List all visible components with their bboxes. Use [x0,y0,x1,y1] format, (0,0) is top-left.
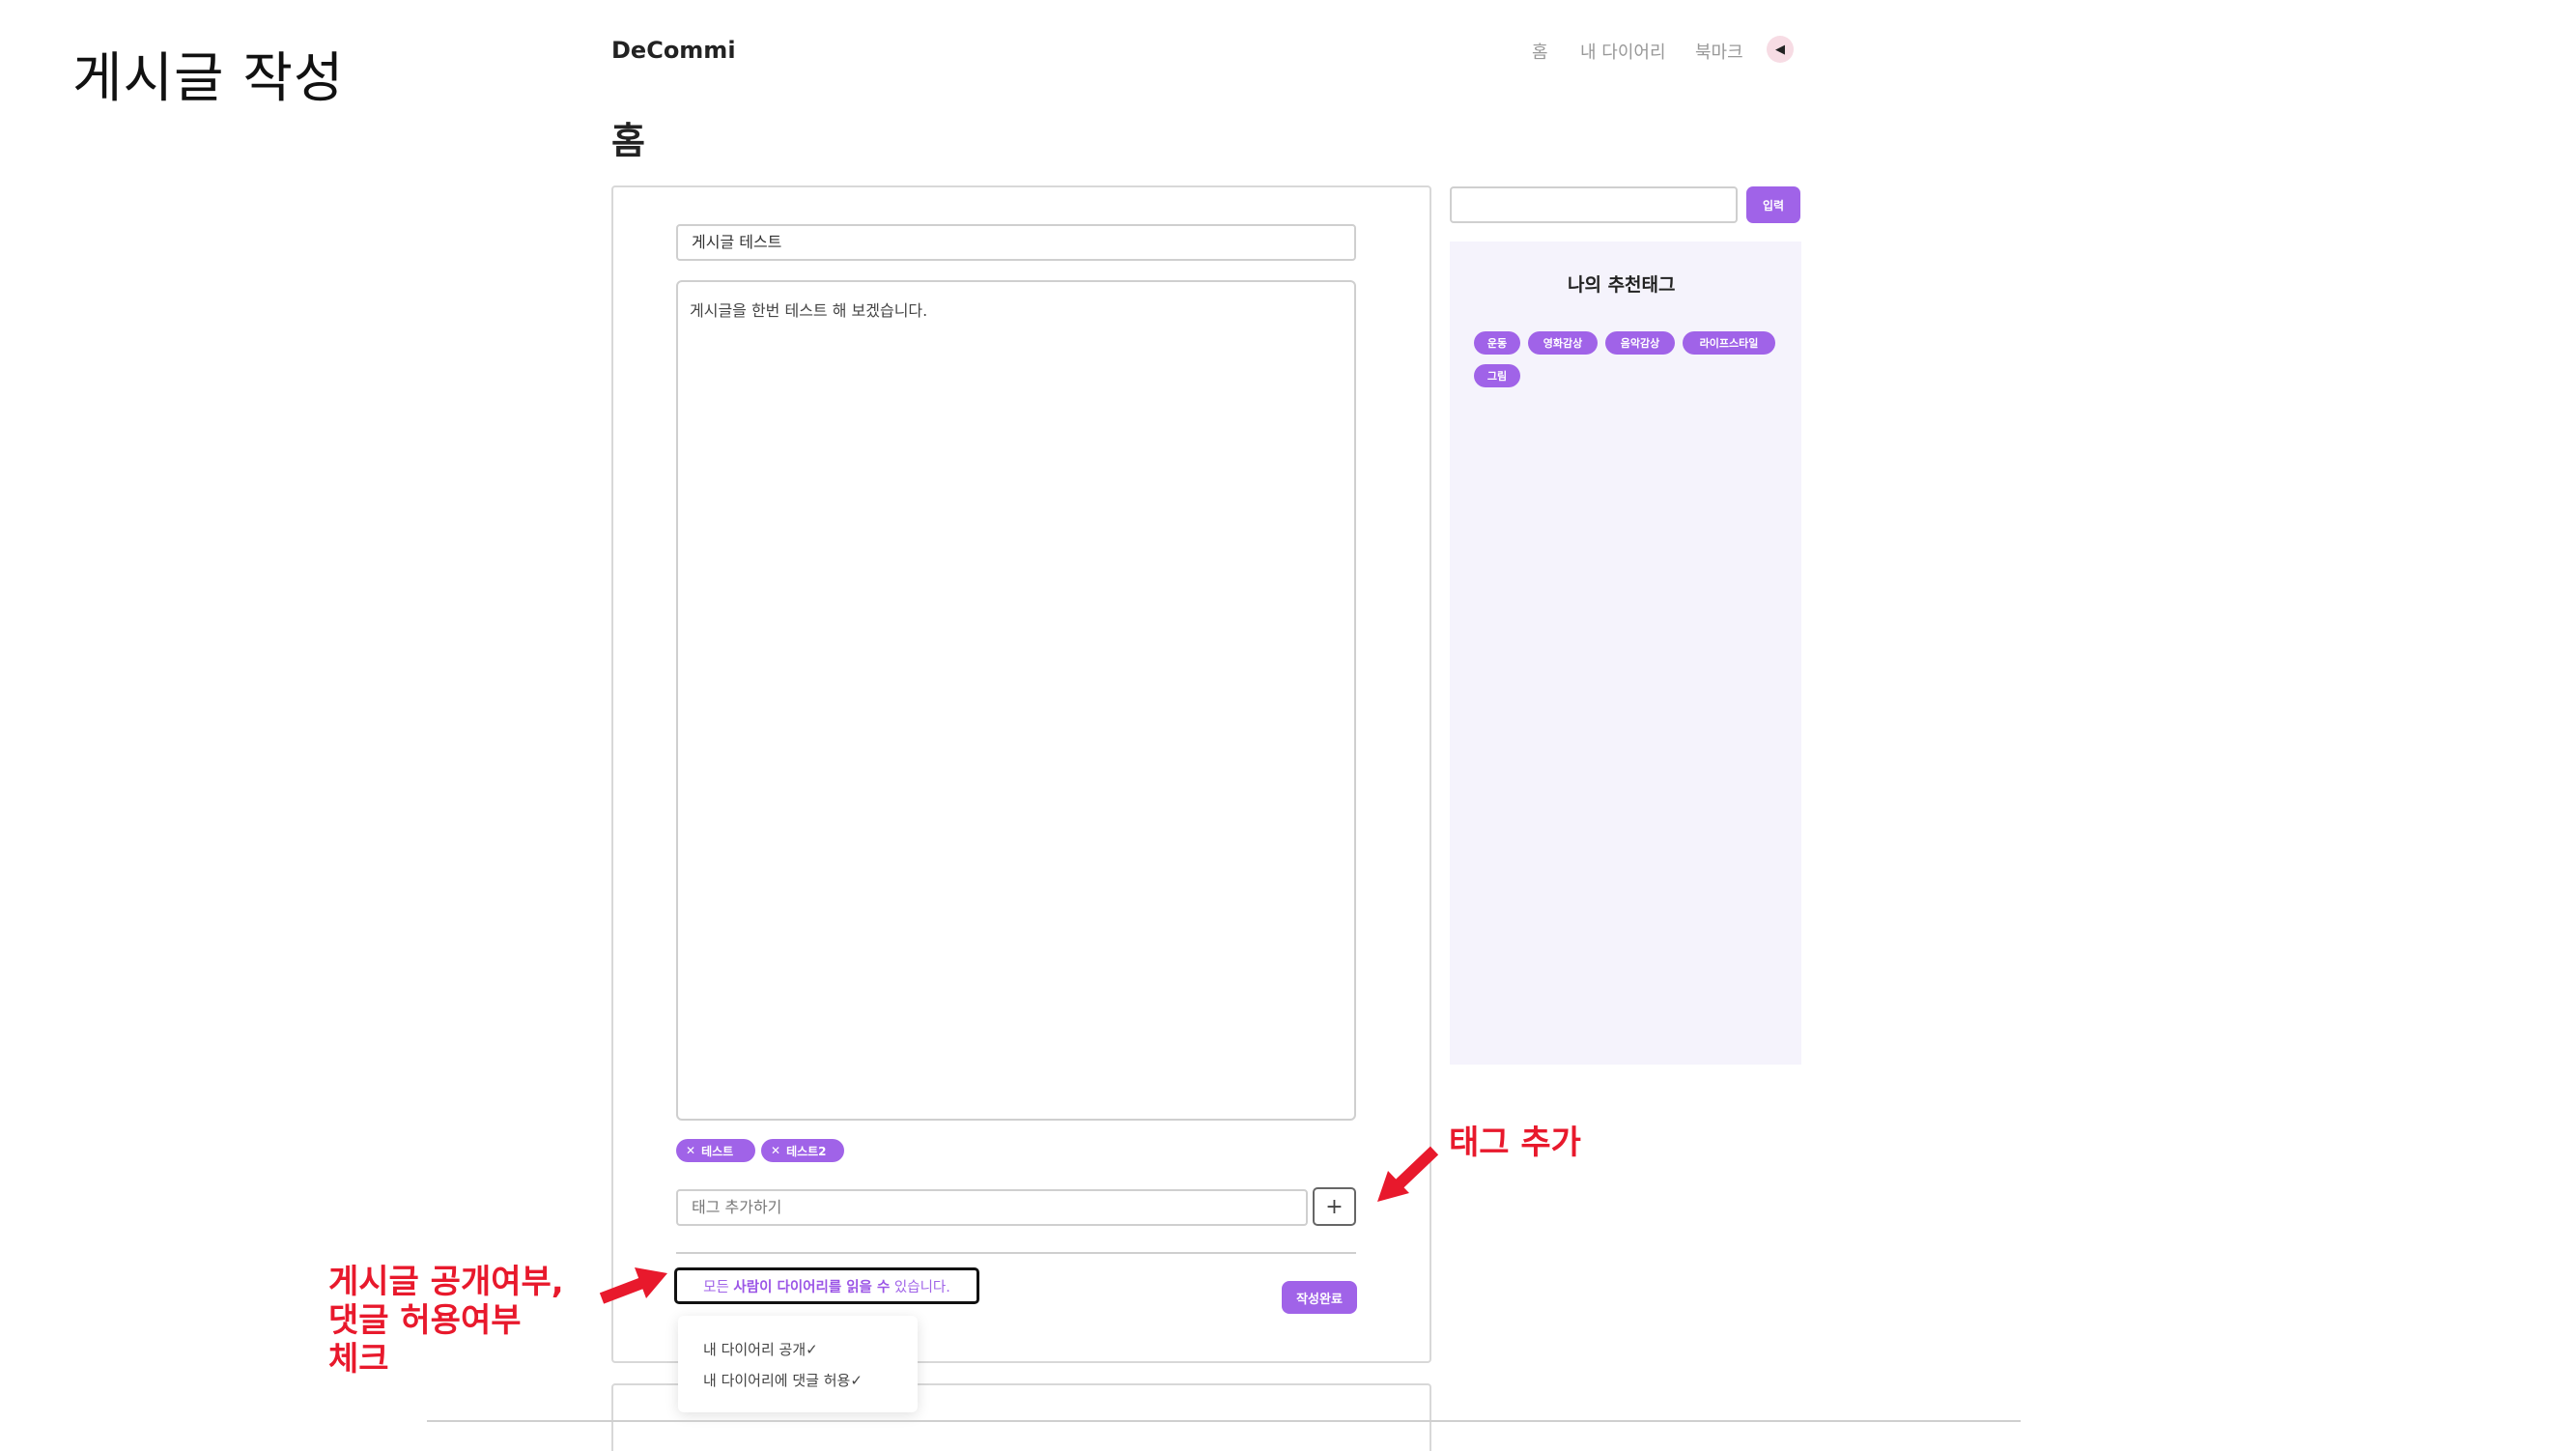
close-icon[interactable]: ✕ [771,1144,780,1157]
search-button[interactable]: 입력 [1746,186,1800,223]
recommended-tag[interactable]: 영화감상 [1528,331,1598,355]
tag-chip-label: 테스트 [701,1144,734,1158]
red-arrow-icon [1377,1146,1439,1202]
submit-button[interactable]: 작성완료 [1282,1281,1357,1314]
annotation-tag-add: 태그 추가 [1449,1124,1581,1162]
dropdown-item-public[interactable]: 내 다이어리 공개✓ [703,1339,818,1359]
brand-logo[interactable]: DeCommi [611,37,736,64]
nav-my-diary[interactable]: 내 다이어리 [1580,39,1666,64]
privacy-prefix: 모든 [703,1279,729,1295]
tag-chip-label: 테스트2 [786,1144,827,1158]
slide-title: 게시글 작성 [72,47,345,110]
recommended-tag[interactable]: 운동 [1474,331,1520,355]
annotation-privacy: 게시글 공개여부, 댓글 허용여부 체크 [328,1263,564,1379]
red-arrow-icon [599,1267,667,1304]
recommended-tag[interactable]: 라이프스타일 [1683,331,1775,355]
add-tag-button[interactable]: + [1313,1187,1356,1226]
close-icon[interactable]: ✕ [686,1144,695,1157]
plus-icon: + [1325,1194,1344,1219]
nav-home[interactable]: 홈 [1532,39,1548,64]
nav-bookmark[interactable]: 북마크 [1695,39,1743,64]
nav-toggle-button[interactable]: ◀ [1767,36,1794,63]
dropdown-item-comments[interactable]: 내 다이어리에 댓글 허용✓ [703,1370,863,1390]
recommended-tag[interactable]: 음악감상 [1605,331,1675,355]
privacy-dropdown: 내 다이어리 공개✓ 내 다이어리에 댓글 허용✓ [678,1316,918,1412]
search-input[interactable] [1450,186,1738,223]
page-bottom-divider [427,1420,2021,1422]
privacy-highlight: 사람이 다이어리를 읽을 수 [733,1279,891,1295]
tag-chip[interactable]: ✕ 테스트 [676,1139,755,1162]
tag-chip[interactable]: ✕ 테스트2 [761,1139,844,1162]
privacy-toggle-button[interactable]: 모든 사람이 다이어리를 읽을 수 있습니다. [674,1267,979,1304]
tag-input[interactable]: 태그 추가하기 [676,1189,1308,1226]
check-icon: ✓ [850,1372,863,1389]
recommended-tag[interactable]: 그림 [1474,364,1520,387]
page-title: 홈 [611,120,645,162]
left-triangle-icon: ◀ [1775,42,1785,57]
check-icon: ✓ [806,1341,818,1358]
recommended-tags-title: 나의 추천태그 [1568,274,1676,296]
post-title-input[interactable]: 게시글 테스트 [676,224,1356,261]
post-body-textarea[interactable]: 게시글을 한번 테스트 해 보겠습니다. [676,280,1356,1121]
divider [676,1252,1356,1254]
privacy-suffix: 있습니다. [893,1279,950,1295]
